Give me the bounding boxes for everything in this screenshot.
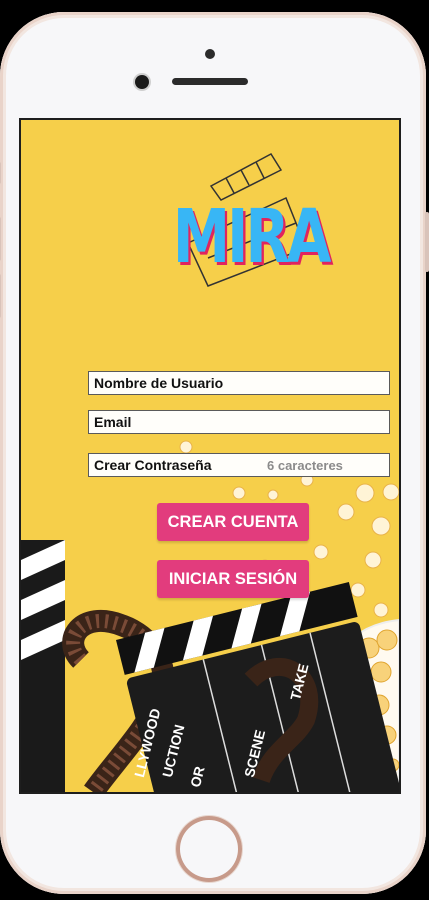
- logo: MIRA: [156, 138, 332, 298]
- volume-up-button: [0, 217, 1, 261]
- sensor-dot: [205, 49, 215, 59]
- login-button[interactable]: INICIAR SESIÓN: [157, 560, 309, 598]
- power-button: [425, 212, 429, 272]
- password-hint: 6 caracteres: [267, 457, 343, 473]
- home-button[interactable]: [176, 816, 242, 882]
- email-label: Email: [94, 414, 132, 430]
- username-field[interactable]: Nombre de Usuario: [88, 371, 390, 395]
- password-field[interactable]: Crear Contraseña 6 caracteres: [88, 453, 390, 477]
- side-button: [0, 162, 1, 184]
- front-camera-icon: [135, 75, 149, 89]
- volume-down-button: [0, 274, 1, 318]
- app-screen: LLYWOOD UCTION OR SCENE TAKE MIRA Nombre…: [21, 120, 399, 792]
- email-field[interactable]: Email: [88, 410, 390, 434]
- password-label: Crear Contraseña: [94, 457, 212, 473]
- username-label: Nombre de Usuario: [94, 375, 224, 391]
- create-account-button[interactable]: CREAR CUENTA: [157, 503, 309, 541]
- app-logo-text: MIRA: [172, 194, 332, 280]
- speaker-grille: [172, 78, 248, 85]
